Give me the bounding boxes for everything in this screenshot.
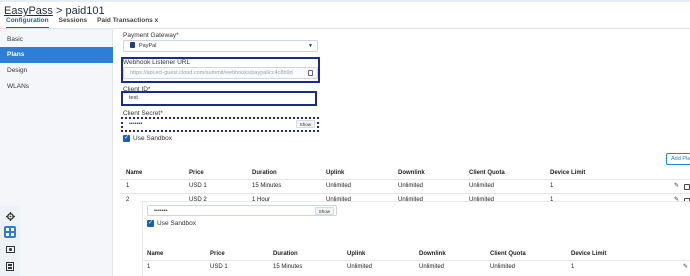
client-id-input[interactable]: test <box>123 93 315 104</box>
overlay-use-sandbox-checkbox[interactable]: ✓ <box>147 220 154 227</box>
sidebar-item-design[interactable]: Design <box>0 63 113 79</box>
payment-gateway-label: Payment Gateway* <box>123 32 179 39</box>
breadcrumb-current: paid101 <box>65 5 105 17</box>
column-header-device-limit[interactable]: Device Limit <box>550 170 585 176</box>
cell-duration: 15 Minutes <box>252 183 282 189</box>
use-sandbox-label: Use Sandbox <box>133 135 173 142</box>
tab-paid-transactions[interactable]: Paid Transactions x <box>97 17 158 28</box>
overlay-client-secret-input[interactable]: ••••••• Show <box>147 205 337 216</box>
cell-downlink: Unlimited <box>419 264 445 270</box>
icon-bar <box>0 206 20 276</box>
use-sandbox-checkbox[interactable]: ✓ <box>123 135 130 142</box>
cell-name: 2 <box>126 197 130 203</box>
page-title: EasyPass > paid101 <box>4 5 105 17</box>
cell-downlink: Unlimited <box>398 183 424 189</box>
overlay-column-header-downlink[interactable]: Downlink <box>419 251 446 257</box>
column-header-price[interactable]: Price <box>189 170 204 176</box>
payment-gateway-select[interactable]: PayPal ▼ <box>123 40 318 52</box>
overlay-column-header-client-quota[interactable]: Client Quota <box>490 251 526 257</box>
gear-icon[interactable] <box>4 210 16 222</box>
column-header-duration[interactable]: Duration <box>252 170 277 176</box>
delete-icon[interactable] <box>684 184 690 190</box>
copy-icon[interactable] <box>308 70 313 76</box>
client-secret-input[interactable]: ••••••• Show <box>123 119 317 130</box>
cell-uplink: Unlimited <box>347 264 373 270</box>
show-secret-button[interactable]: Show <box>295 120 315 128</box>
overlay-column-header-device-limit[interactable]: Device Limit <box>571 251 606 257</box>
table-header-divider <box>120 179 690 180</box>
cell-uplink: Unlimited <box>326 183 352 189</box>
cell-client-quota: Unlimited <box>469 183 495 189</box>
cell-device-limit: 1 <box>550 183 554 189</box>
webhook-url-label: Webhook Listener URL <box>123 59 191 66</box>
sidebar-item-basic[interactable]: Basic <box>0 32 113 48</box>
cell-device-limit: 1 <box>571 264 575 270</box>
overlay-column-header-uplink[interactable]: Uplink <box>347 251 365 257</box>
edit-icon[interactable]: ✎ <box>683 264 689 271</box>
table-row-divider <box>120 193 690 194</box>
top-accent-line <box>0 0 690 2</box>
overlay-column-header-price[interactable]: Price <box>210 251 225 257</box>
webhook-url-value: https://api.ecl-guest.cloud.com/summit/w… <box>130 70 293 76</box>
overlay-show-secret-button[interactable]: Show <box>314 207 334 215</box>
add-plan-button[interactable]: Add Plan <box>666 153 690 165</box>
edit-icon[interactable]: ✎ <box>674 183 680 190</box>
overlay-column-header-duration[interactable]: Duration <box>273 251 298 257</box>
overlay-table-header-divider <box>143 260 690 261</box>
webhook-url-field[interactable]: https://api.ecl-guest.cloud.com/summit/w… <box>123 67 318 79</box>
paypal-icon <box>130 42 135 48</box>
column-header-name[interactable]: Name <box>126 170 142 176</box>
overlay-use-sandbox-label: Use Sandbox <box>157 220 197 227</box>
cell-name: 1 <box>126 183 130 189</box>
sidebar-item-plans[interactable]: Plans <box>0 47 113 63</box>
cell-price: USD 1 <box>189 183 207 189</box>
payment-gateway-value: PayPal <box>139 43 157 49</box>
client-secret-label: Client Secret* <box>123 110 163 117</box>
column-header-downlink[interactable]: Downlink <box>398 170 425 176</box>
overlay-column-header-name[interactable]: Name <box>147 251 163 257</box>
client-secret-value: ••••••• <box>129 121 143 127</box>
overlay-panel: ••••••• Show ✓ Use Sandbox Name Price Du… <box>142 201 690 276</box>
chevron-down-icon: ▼ <box>308 43 313 49</box>
camera-icon[interactable] <box>4 243 16 255</box>
cell-name: 1 <box>147 264 151 270</box>
breadcrumb-separator: > <box>52 5 66 17</box>
tab-close-icon[interactable]: x <box>155 17 159 24</box>
sidebar-item-wlans[interactable]: WLANs <box>0 79 113 95</box>
tab-sessions[interactable]: Sessions <box>59 17 88 28</box>
tab-paid-transactions-label: Paid Transactions <box>97 17 153 24</box>
cell-price: USD 1 <box>210 264 228 270</box>
building-icon[interactable] <box>4 260 16 272</box>
column-header-client-quota[interactable]: Client Quota <box>469 170 505 176</box>
overlay-client-secret-value: ••••••• <box>154 208 168 214</box>
column-header-uplink[interactable]: Uplink <box>326 170 344 176</box>
grid-icon[interactable] <box>4 226 16 238</box>
cell-client-quota: Unlimited <box>490 264 516 270</box>
brand-link[interactable]: EasyPass <box>4 5 53 17</box>
cell-duration: 15 Minutes <box>273 264 303 270</box>
